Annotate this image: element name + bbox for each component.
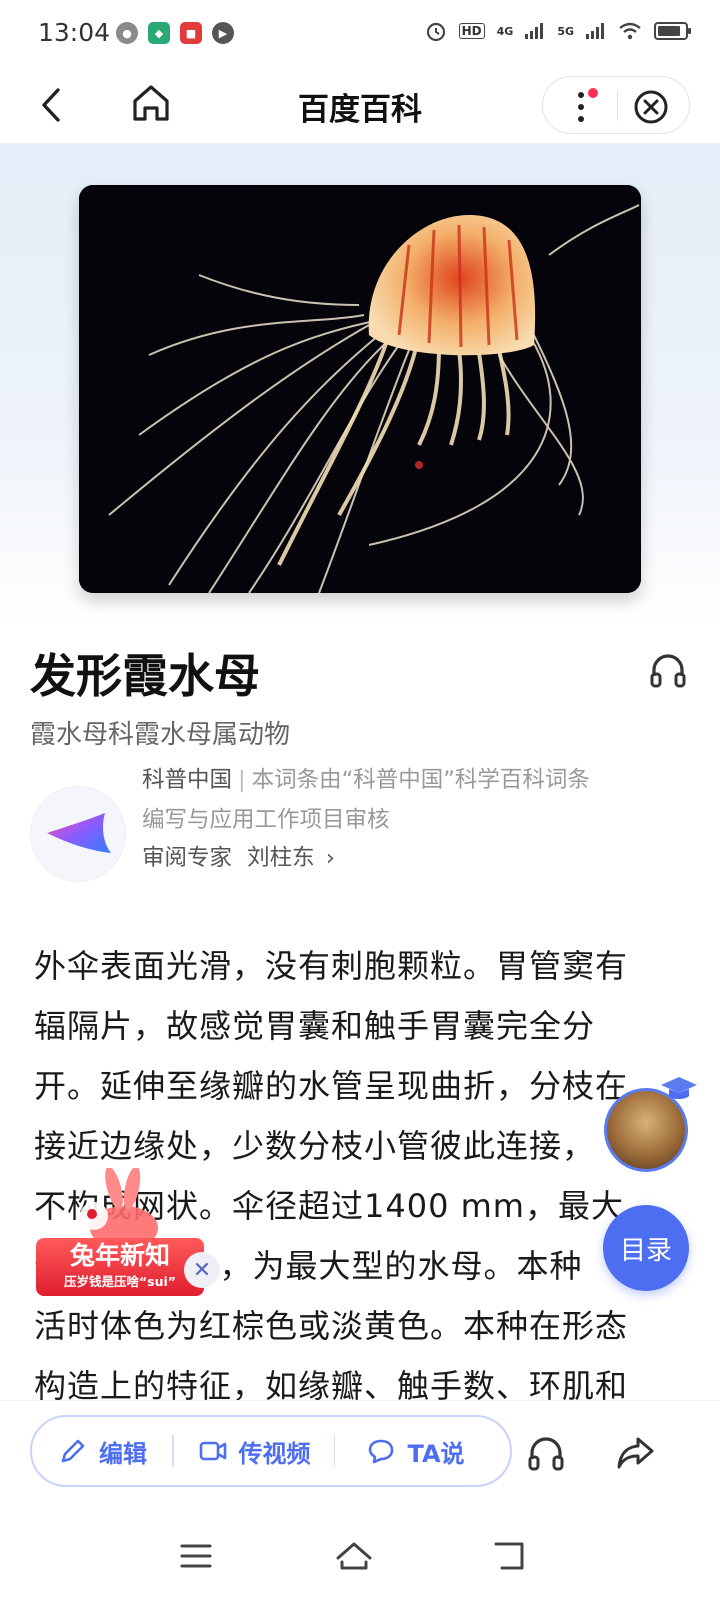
bottom-toolbar: 编辑 传视频 TA说 bbox=[0, 1400, 720, 1512]
review-expert[interactable]: 审阅专家 刘柱东 › bbox=[142, 840, 335, 872]
ta-say-button[interactable]: TA说 bbox=[335, 1434, 495, 1469]
upload-video-label: 传视频 bbox=[238, 1439, 311, 1468]
battery-icon bbox=[654, 22, 691, 40]
signal-icon bbox=[525, 23, 544, 39]
menu-icon[interactable] bbox=[174, 1534, 218, 1578]
video-camera-icon bbox=[199, 1441, 226, 1461]
hd-badge: HD bbox=[458, 23, 485, 39]
entry-title: 发形霞水母 bbox=[30, 649, 260, 703]
more-menu-icon[interactable] bbox=[565, 83, 609, 129]
home-nav-icon[interactable] bbox=[332, 1534, 376, 1578]
signal-icon-2 bbox=[586, 23, 604, 39]
system-icons: HD 4G 5G bbox=[425, 20, 691, 42]
promo-tag[interactable]: 兔年新知 压岁钱是压啥“sui” bbox=[36, 1238, 204, 1296]
system-nav-bar bbox=[0, 1512, 720, 1600]
expert-name[interactable]: 刘柱东 bbox=[247, 845, 315, 871]
ta-avatar-button[interactable] bbox=[604, 1077, 697, 1172]
back-nav-icon[interactable] bbox=[490, 1534, 534, 1578]
mini-program-capsule bbox=[542, 76, 690, 134]
promo-banner[interactable]: 兔年新知 压岁钱是压啥“sui” ✕ bbox=[36, 1168, 236, 1318]
expert-label: 审阅专家 bbox=[142, 845, 233, 871]
body-line: 开。延伸至缘瓣的水管呈现曲折，分枝在 bbox=[34, 1067, 629, 1105]
wifi-icon bbox=[619, 22, 641, 40]
chat-bubble-icon bbox=[369, 1439, 394, 1464]
body-line: 接近边缘处，少数分枝小管彼此连接， bbox=[34, 1127, 596, 1165]
headphones-icon[interactable] bbox=[646, 648, 690, 692]
app-header: 百度百科 bbox=[0, 66, 720, 144]
home-icon[interactable] bbox=[128, 80, 174, 126]
toc-button[interactable]: 目录 bbox=[603, 1205, 689, 1291]
promo-title: 兔年新知 bbox=[69, 1241, 170, 1270]
edit-label: 编辑 bbox=[99, 1439, 147, 1468]
alarm-icon bbox=[426, 22, 445, 42]
kepu-logo[interactable] bbox=[30, 786, 126, 882]
entry-subtitle: 霞水母科霞水母属动物 bbox=[30, 720, 291, 750]
app-notify-icon: ◆ bbox=[148, 22, 170, 44]
status-bar: 13:04 ● ◆ ■ ▶ HD 4G 5G bbox=[0, 0, 720, 66]
promo-close-button[interactable]: ✕ bbox=[184, 1252, 220, 1288]
review-text-1: 本词条由“科普中国”科学百科词条 bbox=[251, 767, 590, 793]
promo-subtitle: 压岁钱是压啥“sui” bbox=[63, 1274, 177, 1289]
share-icon[interactable] bbox=[614, 1431, 658, 1475]
network-4g: 4G bbox=[496, 24, 514, 38]
review-text-2: 编写与应用工作项目审核 bbox=[142, 807, 390, 833]
gift-icon: ■ bbox=[180, 22, 202, 44]
jellyfish-image[interactable] bbox=[79, 185, 641, 593]
upload-video-button[interactable]: 传视频 bbox=[174, 1434, 334, 1469]
pencil-icon bbox=[61, 1439, 85, 1463]
body-line: 辐隔片，故感觉胃囊和触手胃囊完全分 bbox=[34, 1007, 596, 1045]
wechat-icon: ● bbox=[116, 22, 138, 44]
chevron-right-icon: › bbox=[325, 845, 335, 871]
body-line: 外伞表面光滑，没有刺胞颗粒。胃管窦有 bbox=[34, 947, 629, 985]
review-line-2: 编写与应用工作项目审核 bbox=[142, 802, 390, 834]
edit-button[interactable]: 编辑 bbox=[32, 1434, 172, 1469]
status-time: 13:04 bbox=[38, 18, 111, 47]
notification-icons: ● ◆ ■ ▶ bbox=[116, 22, 234, 44]
action-pill: 编辑 传视频 TA说 bbox=[30, 1415, 512, 1487]
review-org[interactable]: 科普中国 bbox=[142, 767, 232, 793]
ta-say-label: TA说 bbox=[407, 1439, 465, 1468]
play-icon: ▶ bbox=[212, 22, 234, 44]
headphones-icon[interactable] bbox=[524, 1431, 568, 1475]
graduation-cap-icon bbox=[661, 1077, 697, 1099]
review-line-1: 科普中国 | 本词条由“科普中国”科学百科词条 bbox=[142, 767, 590, 793]
close-circle-icon[interactable] bbox=[629, 85, 673, 129]
back-arrow-icon[interactable] bbox=[30, 82, 76, 128]
capsule-divider bbox=[617, 91, 618, 121]
network-5g: 5G bbox=[557, 24, 574, 38]
